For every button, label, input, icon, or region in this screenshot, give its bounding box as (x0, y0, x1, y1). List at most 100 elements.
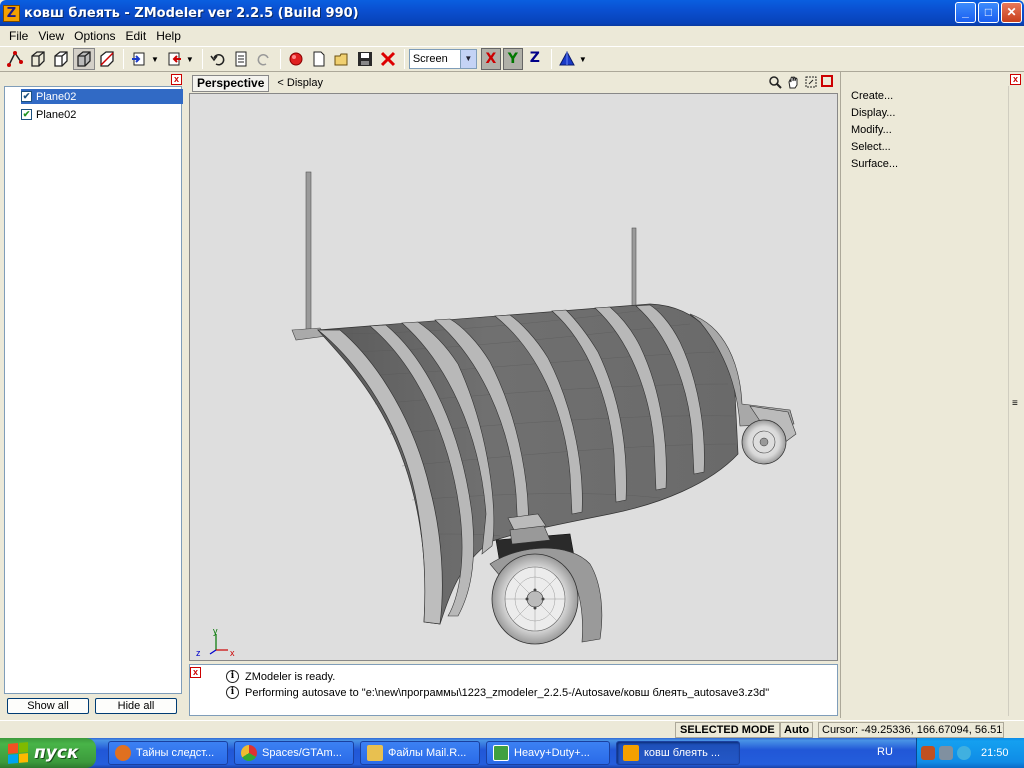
window-controls: _ □ ✕ (955, 2, 1022, 23)
image-viewer-icon (493, 745, 509, 761)
taskbar-item-chrome[interactable]: Spaces/GTAm... (234, 741, 354, 765)
tree-item-plane02[interactable]: ✔ Plane02 (21, 107, 76, 122)
tree-item-plane02-selected[interactable]: ✔ Plane02 (21, 89, 183, 104)
panel-scrollbar[interactable]: ≡ (1008, 86, 1022, 716)
command-display[interactable]: Display... (851, 107, 895, 119)
scroll-grip-icon[interactable]: ≡ (1012, 398, 1018, 409)
axis-y-label: y (213, 626, 218, 636)
undo-list-icon[interactable] (230, 48, 252, 70)
object-tree: ✔ Plane02 ✔ Plane02 (4, 86, 183, 694)
export-icon[interactable] (163, 48, 185, 70)
visibility-checkbox[interactable]: ✔ (21, 109, 32, 120)
taskbar-item-zmodeler[interactable]: ковш блеять ... (616, 741, 740, 765)
undo-icon[interactable] (207, 48, 229, 70)
zoom-icon[interactable] (767, 75, 782, 90)
command-select[interactable]: Select... (851, 141, 891, 153)
task-label: Тайны следст... (136, 747, 215, 759)
axis-z-label: z (196, 648, 201, 658)
chrome-icon (241, 745, 257, 761)
selection-mode-indicator[interactable]: SELECTED MODE (675, 722, 780, 738)
toolbar-separator (123, 49, 124, 69)
panel-close-icon[interactable]: x (1010, 74, 1021, 85)
delete-object-mode-icon[interactable] (96, 48, 118, 70)
zmodeler-app-icon[interactable]: Z (3, 4, 20, 22)
record-icon[interactable] (285, 48, 307, 70)
menu-help[interactable]: Help (151, 29, 186, 43)
display-menu[interactable]: < Display (277, 77, 323, 89)
maximize-button[interactable]: □ (978, 2, 999, 23)
object-mode-icon[interactable] (73, 48, 95, 70)
render-mode-dropdown-arrow-icon[interactable]: ▼ (579, 55, 587, 64)
command-modify[interactable]: Modify... (851, 124, 892, 136)
tree-item-label: Plane02 (36, 90, 77, 103)
redo-icon[interactable] (253, 48, 275, 70)
close-button[interactable]: ✕ (1001, 2, 1022, 23)
hide-all-button[interactable]: Hide all (95, 698, 177, 714)
menu-file[interactable]: File (4, 29, 33, 43)
tree-item-label: Plane02 (36, 108, 77, 121)
taskbar-item-firefox[interactable]: Тайны следст... (108, 741, 228, 765)
new-file-icon[interactable] (308, 48, 330, 70)
command-create[interactable]: Create... (851, 90, 893, 102)
tray-app-icon[interactable] (921, 746, 935, 760)
language-indicator[interactable]: RU (877, 746, 893, 758)
axis-y-toggle[interactable]: Y (502, 48, 523, 70)
log-text: ZModeler is ready. (245, 670, 336, 683)
rotate-view-icon[interactable] (803, 75, 818, 90)
task-label: ковш блеять ... (644, 747, 721, 759)
open-folder-icon[interactable] (331, 48, 353, 70)
chevron-down-icon[interactable]: ▼ (459, 50, 476, 68)
start-label: пуск (34, 743, 79, 763)
edge-mode-icon[interactable] (27, 48, 49, 70)
windows-taskbar: пуск Тайны следст... Spaces/GTAm... Файл… (0, 738, 1024, 768)
axis-z-toggle[interactable]: Z (525, 48, 545, 70)
task-label: Heavy+Duty+... (514, 747, 590, 759)
axis-x-toggle[interactable]: X (480, 48, 501, 70)
pan-hand-icon[interactable] (785, 75, 800, 90)
log-panel: x i ZModeler is ready. i Performing auto… (189, 664, 838, 716)
command-surface[interactable]: Surface... (851, 158, 898, 170)
menu-options[interactable]: Options (69, 29, 120, 43)
model-render: y z x (196, 171, 797, 658)
menu-bar: File View Options Edit Help (0, 26, 1024, 46)
command-panel: x Create... Display... Modify... Select.… (840, 72, 1024, 718)
coordinate-system-select[interactable]: Screen ▼ (408, 49, 477, 69)
render-mode-icon[interactable] (556, 48, 578, 70)
show-all-button[interactable]: Show all (7, 698, 89, 714)
visibility-checkbox[interactable]: ✔ (21, 91, 32, 102)
system-tray: 21:50 (916, 738, 1024, 768)
export-dropdown-arrow-icon[interactable]: ▼ (186, 55, 194, 64)
object-tree-panel: x ✔ Plane02 ✔ Plane02 Show all Hide all (0, 72, 186, 718)
menu-view[interactable]: View (33, 29, 69, 43)
vertex-mode-icon[interactable] (4, 48, 26, 70)
face-mode-icon[interactable] (50, 48, 72, 70)
security-icon[interactable] (957, 746, 971, 760)
clock[interactable]: 21:50 (981, 747, 1009, 759)
minimize-button[interactable]: _ (955, 2, 976, 23)
command-list: Create... Display... Modify... Select...… (841, 86, 1007, 716)
auto-mode-indicator[interactable]: Auto (780, 722, 814, 738)
firefox-icon (115, 745, 131, 761)
log-close-icon[interactable]: x (190, 667, 201, 678)
maximize-viewport-icon[interactable] (821, 75, 836, 90)
import-icon[interactable] (128, 48, 150, 70)
cursor-coordinates: Cursor: -49.25336, 166.67094, 56.519 (818, 722, 1004, 738)
network-icon[interactable] (939, 746, 953, 760)
start-button[interactable]: пуск (0, 738, 96, 768)
menu-edit[interactable]: Edit (121, 29, 152, 43)
save-icon[interactable] (354, 48, 376, 70)
taskbar-item-folder[interactable]: Файлы Mail.R... (360, 741, 480, 765)
panel-close-icon[interactable]: x (171, 74, 182, 85)
toolbar-separator (279, 49, 281, 69)
import-dropdown-arrow-icon[interactable]: ▼ (151, 55, 159, 64)
taskbar-item-image-viewer[interactable]: Heavy+Duty+... (486, 741, 610, 765)
viewport-type-tab[interactable]: Perspective (192, 74, 270, 92)
info-icon: i (226, 686, 239, 699)
windows-logo-icon (8, 742, 28, 764)
title-bar: Z ковш блеять - ZModeler ver 2.2.5 (Buil… (0, 0, 1024, 26)
perspective-viewport[interactable]: y z x (189, 93, 838, 661)
axis-x-label: x (230, 648, 235, 658)
coordinate-system-value: Screen (412, 53, 448, 65)
delete-icon[interactable] (377, 48, 399, 70)
task-label: Spaces/GTAm... (262, 747, 342, 759)
